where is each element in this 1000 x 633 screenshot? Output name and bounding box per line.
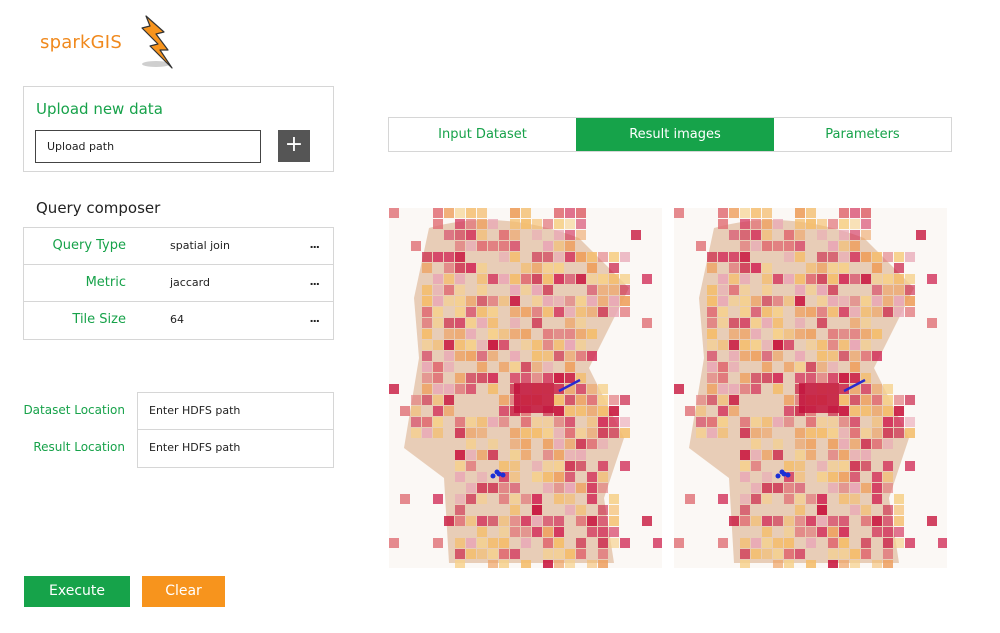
upload-path-input[interactable]: Upload path bbox=[35, 130, 261, 163]
result-location-label: Result Location bbox=[33, 440, 125, 454]
query-composer-table: Query Type spatial join ... Metric jacca… bbox=[23, 227, 334, 340]
add-upload-button[interactable]: + bbox=[278, 130, 310, 162]
tile-size-label: Tile Size bbox=[72, 312, 126, 327]
tile-size-value: 64 bbox=[170, 313, 184, 326]
query-type-label: Query Type bbox=[52, 238, 127, 253]
query-type-value: spatial join bbox=[170, 239, 230, 252]
metric-value: jaccard bbox=[170, 276, 210, 289]
tile-size-more-button[interactable]: ... bbox=[309, 302, 320, 338]
query-type-more-button[interactable]: ... bbox=[309, 228, 320, 264]
upload-title: Upload new data bbox=[36, 100, 163, 118]
upload-panel: Upload new data Upload path + bbox=[23, 86, 334, 172]
tab-input-dataset[interactable]: Input Dataset bbox=[389, 118, 576, 151]
execute-button[interactable]: Execute bbox=[24, 576, 130, 607]
dataset-location-label: Dataset Location bbox=[23, 403, 125, 417]
sparkgis-logo: sparkGIS bbox=[40, 14, 180, 74]
tissue-heatmap-image bbox=[389, 208, 662, 568]
metric-label: Metric bbox=[85, 275, 126, 290]
view-tabs: Input Dataset Result images Parameters bbox=[388, 117, 952, 152]
result-location-input[interactable]: Enter HDFS path bbox=[137, 430, 334, 468]
tab-result-images[interactable]: Result images bbox=[576, 118, 774, 151]
clear-button[interactable]: Clear bbox=[142, 576, 225, 607]
result-image-left bbox=[389, 208, 662, 568]
logo-text: sparkGIS bbox=[40, 32, 122, 53]
tissue-heatmap-image bbox=[674, 208, 947, 568]
metric-more-button[interactable]: ... bbox=[309, 265, 320, 301]
lightning-bolt-icon bbox=[141, 15, 173, 69]
query-composer-title: Query composer bbox=[36, 199, 161, 217]
metric-row[interactable]: Metric jaccard ... bbox=[24, 265, 333, 302]
dataset-location-input[interactable]: Enter HDFS path bbox=[137, 392, 334, 430]
tab-parameters[interactable]: Parameters bbox=[774, 118, 951, 151]
tile-size-row[interactable]: Tile Size 64 ... bbox=[24, 302, 333, 339]
result-image-right bbox=[674, 208, 947, 568]
query-type-row[interactable]: Query Type spatial join ... bbox=[24, 228, 333, 265]
